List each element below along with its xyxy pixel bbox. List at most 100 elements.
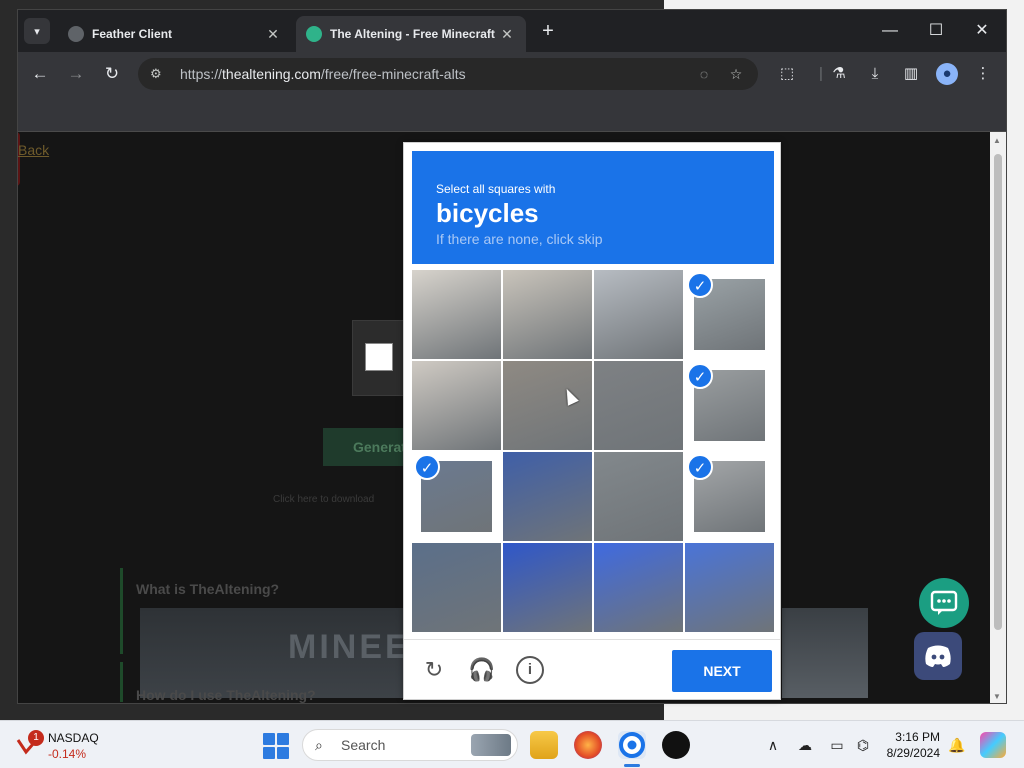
tile-image [412,361,501,450]
back-button[interactable]: ← [28,62,52,86]
site-info-icon[interactable]: ⚙ [150,66,174,82]
profile-avatar-icon[interactable]: ● [936,63,958,85]
taskbar: 1 NASDAQ -0.14% ⌕ Search ∧ ☁ ▭ ⌬ 3:16 PM… [0,720,1024,768]
firefox-icon[interactable] [574,731,602,759]
captcha-tile[interactable] [503,361,592,450]
star-icon[interactable]: ☆ [726,64,746,84]
reload-button[interactable]: ↻ [100,62,124,86]
forward-button[interactable]: → [64,62,88,86]
tab-title: The Altening - Free Minecraft A [330,27,498,41]
tile-image [594,452,683,541]
red-accent-strip [18,132,20,186]
copilot-icon[interactable] [980,732,1006,758]
close-tab-icon[interactable]: ✕ [498,26,516,43]
download-hint[interactable]: Click here to download [273,494,403,505]
scrollbar-thumb[interactable] [994,154,1002,630]
file-explorer-icon[interactable] [530,731,558,759]
tile-image [685,543,774,632]
page-scrollbar[interactable]: ▲ ▼ [990,132,1006,703]
generate-button[interactable]: Generate [323,428,413,466]
clock[interactable]: 3:16 PM 8/29/2024 [870,729,940,761]
tab-strip: ▾ Feather Client ✕ The Altening - Free M… [18,10,1006,52]
labs-icon[interactable]: ⚗ [828,63,850,85]
maximize-icon: ☐ [928,22,944,39]
taskbar-search[interactable]: ⌕ Search [302,729,518,761]
tab-search-button[interactable]: ▾ [24,18,50,44]
tile-image [503,452,592,541]
stock-change: -0.14% [48,747,87,761]
maximize-button[interactable]: ☐ [916,18,956,44]
chevron-up-icon[interactable]: ∧ [762,734,784,756]
back-link[interactable]: Back [18,142,49,158]
stock-chart-icon: 1 [16,730,44,758]
scroll-down-icon[interactable]: ▼ [993,692,1001,701]
captcha-tile[interactable] [412,543,501,632]
next-button[interactable]: NEXT [672,650,772,692]
captcha-checkbox-widget[interactable] [352,320,410,396]
checkbox[interactable] [365,343,393,371]
reload-icon: ↻ [104,64,120,83]
tab-the-altening[interactable]: The Altening - Free Minecraft A ✕ [296,16,526,52]
captcha-challenge: Select all squares with bicycles If ther… [403,142,781,700]
reload-icon[interactable]: ↻ [420,656,448,684]
captcha-header: Select all squares with bicycles If ther… [412,151,774,264]
captcha-tile[interactable] [503,270,592,359]
captcha-image-grid: ✓ ✓ ✓ ✓ [412,270,774,632]
tab-feather-client[interactable]: Feather Client ✕ [58,16,292,52]
search-highlight-art [471,734,511,756]
side-panel-icon[interactable]: ▥ [900,63,922,85]
headphones-icon[interactable]: 🎧 [468,656,496,684]
chevron-down-icon: ▾ [34,25,40,38]
new-tab-button[interactable]: + [536,20,560,44]
captcha-tile[interactable] [594,270,683,359]
faq-accent-bar [120,568,123,654]
start-button[interactable] [263,733,289,759]
url-text: https://thealtening.com/free/free-minecr… [180,66,466,82]
faq-question[interactable]: How do I use TheAltening? [136,687,316,703]
captcha-tile[interactable] [594,361,683,450]
captcha-tile[interactable] [412,361,501,450]
minimize-button[interactable]: — [870,18,910,44]
feather-client-icon[interactable] [662,731,690,759]
chrome-icon[interactable] [618,731,646,759]
display-icon[interactable]: ▭ [826,734,848,756]
captcha-tile[interactable] [594,452,683,541]
video-banner: MINEE [140,608,408,698]
search-label: Search [341,737,386,753]
menu-dots-icon[interactable]: ⋮ [972,63,994,85]
checkmark-icon: ✓ [687,454,713,480]
info-icon[interactable]: i [516,656,544,684]
search-icon: ⌕ [315,736,323,753]
chat-button[interactable] [919,578,969,628]
captcha-tile[interactable] [503,452,592,541]
tile-image [594,361,683,450]
tab-title: Feather Client [92,27,173,41]
captcha-footer: ↻ 🎧 i NEXT [404,639,780,699]
captcha-tile[interactable] [594,543,683,632]
tile-image [503,361,592,450]
extensions-icon[interactable]: ⬚ [776,63,798,85]
altening-icon [306,26,322,42]
captcha-tile[interactable] [412,270,501,359]
notification-bell-icon[interactable]: 🔔 [946,734,968,756]
scroll-up-icon[interactable]: ▲ [993,136,1001,145]
faq-question[interactable]: What is TheAltening? [136,581,279,597]
captcha-tile[interactable] [503,543,592,632]
video-banner-right [782,608,868,698]
tile-image [594,543,683,632]
captcha-prompt: Select all squares with [436,182,556,196]
tile-image [594,270,683,359]
captcha-tile[interactable] [685,543,774,632]
time: 3:16 PM [895,730,940,744]
download-icon[interactable]: ⤓ [864,63,886,85]
eye-off-icon[interactable]: ◌ [694,64,714,84]
address-bar[interactable]: ⚙ https://thealtening.com/free/free-mine… [138,58,758,90]
cloud-offline-icon[interactable]: ☁ [794,734,816,756]
checkmark-icon: ✓ [414,454,440,480]
tile-image [412,270,501,359]
close-window-button[interactable]: ✕ [962,18,1002,44]
stock-widget[interactable]: 1 NASDAQ -0.14% [16,729,99,761]
close-tab-icon[interactable]: ✕ [264,26,282,43]
discord-button[interactable] [914,632,962,680]
captcha-subtext: If there are none, click skip [436,231,603,247]
